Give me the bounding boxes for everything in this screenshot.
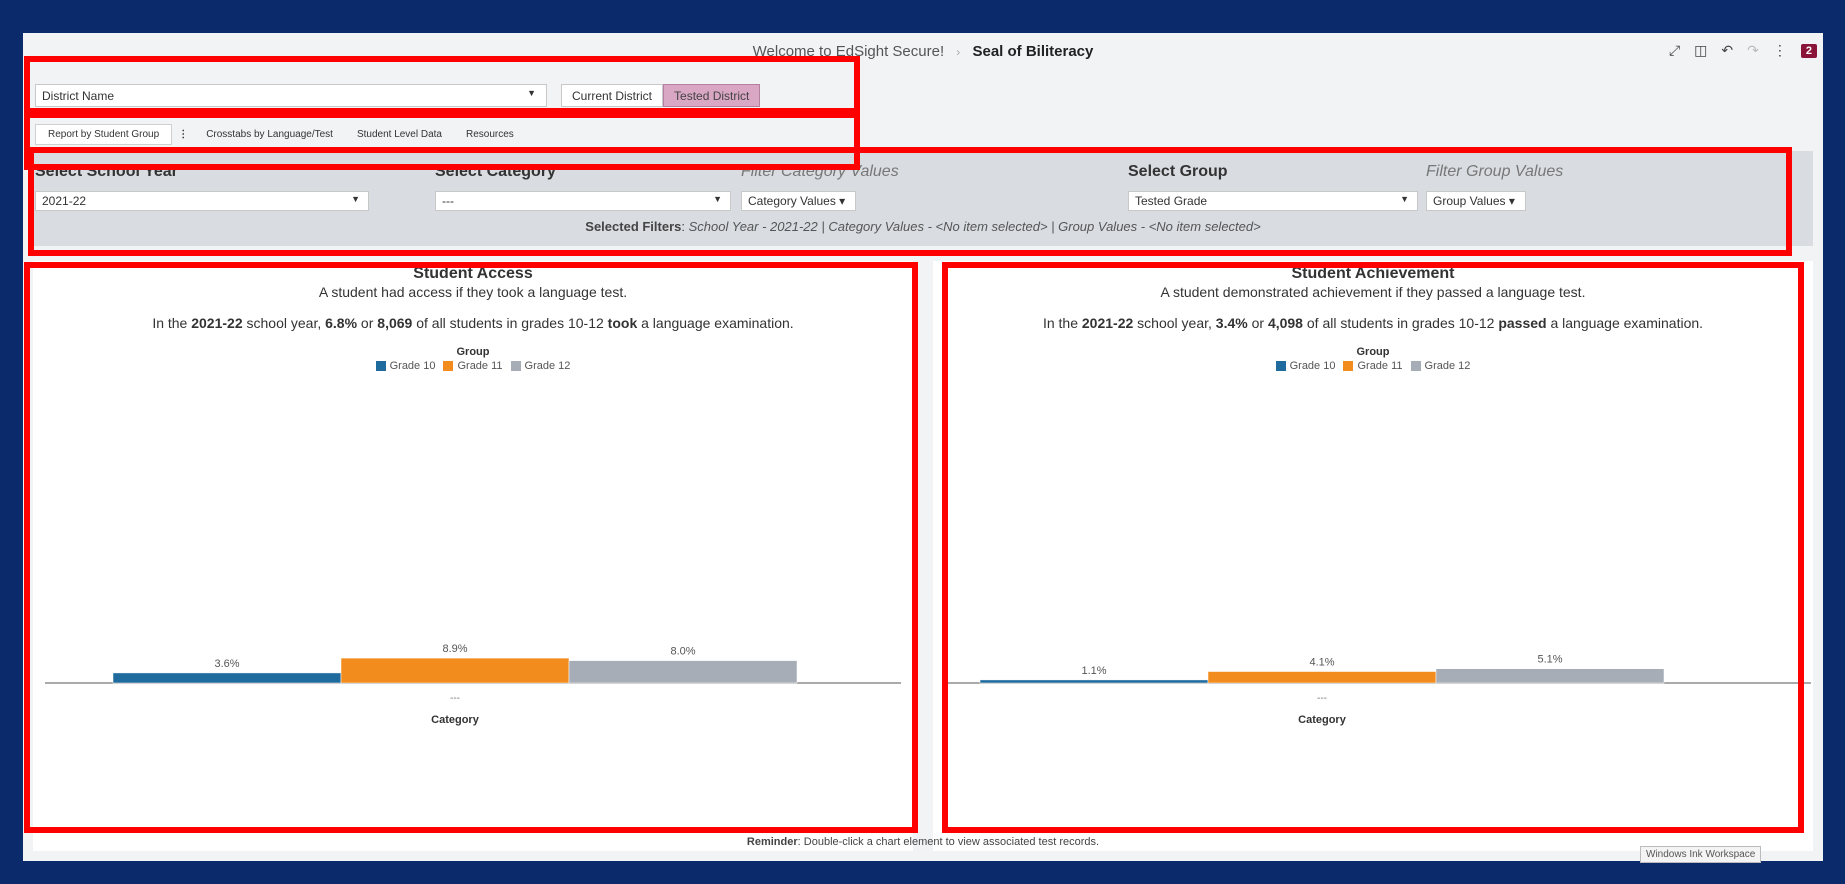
student-access-panel: Student Access A student had access if t… — [33, 261, 913, 851]
category-values-button[interactable]: Category Values ▾ — [741, 191, 857, 211]
selected-filters-summary: Selected Filters: School Year - 2021-22 … — [585, 219, 1261, 234]
student-achievement-panel: Student Achievement A student demonstrat… — [933, 261, 1813, 851]
app-title[interactable]: Welcome to EdSight Secure! — [753, 43, 944, 60]
current-district-button[interactable]: Current District — [561, 84, 664, 107]
tested-district-button[interactable]: Tested District — [663, 84, 761, 107]
bar-data-label: 5.1% — [1537, 654, 1562, 666]
tab-menu-icon[interactable]: ⋮ — [172, 129, 194, 140]
district-toggle: Current District Tested District — [561, 84, 761, 107]
bar-data-label: 1.1% — [1081, 665, 1106, 677]
group-select[interactable]: Tested Grade ▼ — [1128, 191, 1418, 211]
category-label: Select Category — [435, 163, 556, 180]
category-select[interactable]: --- ▼ — [435, 191, 731, 211]
page-header: Welcome to EdSight Secure! › Seal of Bil… — [23, 43, 1823, 60]
x-tick-label: --- — [1317, 693, 1327, 704]
bar-grade-12[interactable] — [568, 660, 798, 684]
reminder-prefix: Reminder — [746, 836, 798, 848]
reminder-note: Reminder: Double-click a chart element t… — [23, 836, 1823, 848]
x-axis-title: Category — [1298, 714, 1347, 726]
filter-group-label: Filter Group Values — [1426, 163, 1564, 180]
page-title: Seal of Biliteracy — [972, 43, 1094, 60]
bar-grade-10[interactable] — [979, 679, 1209, 684]
expand-icon[interactable]: ⤢ — [1669, 42, 1680, 59]
x-axis-title: Category — [431, 714, 480, 726]
category-value: --- — [442, 194, 454, 208]
tab-crosstabs[interactable]: Crosstabs by Language/Test — [194, 125, 345, 144]
x-tick-label: --- — [450, 693, 460, 704]
bar-grade-12[interactable] — [1435, 668, 1665, 684]
chevron-down-icon: ▼ — [1400, 194, 1409, 204]
filter-band: Select School Year 2021-22 ▼ Select Cate… — [33, 151, 1813, 246]
tab-report-by-student-group[interactable]: Report by Student Group — [35, 123, 173, 145]
redo-icon[interactable]: ↷ — [1747, 42, 1759, 59]
bar-grade-11[interactable] — [1207, 671, 1437, 684]
district-select[interactable]: District Name ▼ — [35, 84, 547, 107]
tab-student-level-data[interactable]: Student Level Data — [345, 125, 454, 144]
bar-data-label: 8.0% — [670, 646, 695, 658]
tab-resources[interactable]: Resources — [454, 125, 526, 144]
reminder-text: : Double-click a chart element to view a… — [797, 836, 1100, 848]
bar-grade-10[interactable] — [112, 672, 342, 684]
top-bar: Welcome to EdSight Secure! › Seal of Bil… — [23, 33, 1823, 73]
bar-data-label: 4.1% — [1309, 657, 1334, 669]
windows-ink-tooltip: Windows Ink Workspace — [1640, 846, 1762, 863]
panel-icon[interactable]: ◫ — [1694, 42, 1707, 59]
group-values-button[interactable]: Group Values ▾ — [1426, 191, 1526, 211]
notification-badge[interactable]: 2 — [1800, 43, 1817, 58]
student-access-chart[interactable]: 3.6% 8.9% 8.0% --- Category — [33, 261, 913, 851]
chevron-down-icon: ▼ — [713, 194, 722, 204]
breadcrumb-separator: › — [956, 45, 961, 59]
filter-category-label: Filter Category Values — [741, 163, 899, 180]
chevron-down-icon: ▼ — [527, 88, 536, 98]
undo-icon[interactable]: ↶ — [1721, 42, 1733, 59]
student-achievement-chart[interactable]: 1.1% 4.1% 5.1% --- Category — [933, 261, 1813, 851]
report-tabs: Report by Student Group ⋮ Crosstabs by L… — [35, 123, 526, 145]
selected-filters-text: School Year - 2021-22 | Category Values … — [688, 219, 1261, 234]
school-year-select[interactable]: 2021-22 ▼ — [35, 191, 369, 211]
school-year-value: 2021-22 — [42, 194, 87, 208]
more-icon[interactable]: ⋮ — [1773, 42, 1787, 59]
selected-filters-prefix: Selected Filters — [585, 219, 682, 234]
bar-data-label: 8.9% — [442, 643, 467, 655]
group-value: Tested Grade — [1135, 194, 1208, 208]
toolbar-icons: ⤢ ◫ ↶ ↷ ⋮ 2 — [1669, 42, 1817, 59]
chevron-down-icon: ▼ — [351, 194, 360, 204]
district-value: District Name — [42, 89, 115, 103]
bar-grade-11[interactable] — [340, 657, 570, 684]
bar-data-label: 3.6% — [214, 658, 239, 670]
group-label: Select Group — [1128, 163, 1228, 180]
school-year-label: Select School Year — [35, 163, 178, 180]
app-window: Welcome to EdSight Secure! › Seal of Bil… — [23, 33, 1823, 861]
